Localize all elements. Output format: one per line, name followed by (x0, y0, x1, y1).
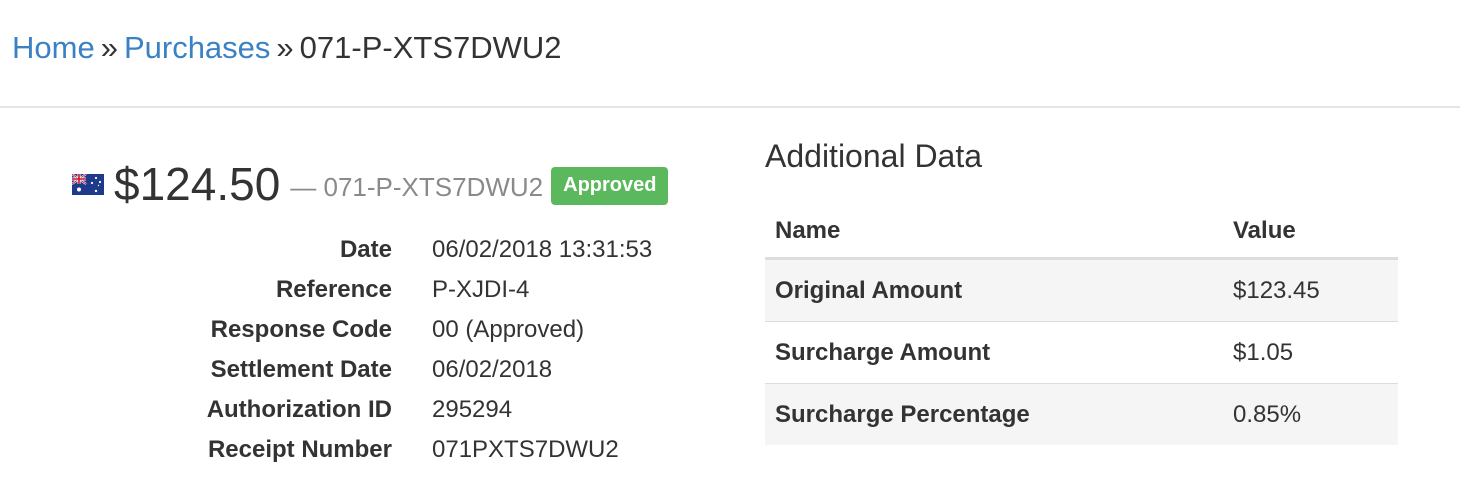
detail-row-authorization-id: Authorization ID 295294 (100, 390, 652, 430)
additional-data-table: Name Value Original Amount $123.45 Surch… (765, 205, 1398, 445)
detail-row-receipt-number: Receipt Number 071PXTS7DWU2 (100, 430, 652, 470)
detail-label: Reference (275, 276, 392, 303)
table-row: Original Amount $123.45 (765, 258, 1398, 322)
table-header-row: Name Value (765, 205, 1398, 260)
breadcrumb-home-link[interactable]: Home (12, 30, 95, 65)
row-value: 0.85% (1223, 383, 1398, 445)
detail-value: 00 (Approved) (432, 316, 585, 343)
detail-label: Response Code (210, 316, 392, 343)
column-header-value: Value (1223, 205, 1398, 260)
additional-data-heading: Additional Data (765, 138, 983, 174)
transaction-details: Date 06/02/2018 13:31:53 Reference P-XJD… (100, 230, 653, 470)
detail-value: 071PXTS7DWU2 (432, 436, 619, 463)
detail-row-settlement-date: Settlement Date 06/02/2018 (100, 350, 652, 390)
detail-label: Authorization ID (206, 396, 392, 423)
transaction-reference: — 071-P-XTS7DWU2 (290, 171, 544, 202)
row-name: Surcharge Percentage (765, 383, 1223, 445)
detail-value: P-XJDI-4 (432, 276, 530, 303)
breadcrumb-separator: » (276, 30, 294, 65)
transaction-amount: $124.50 (114, 158, 281, 210)
detail-value: 295294 (432, 396, 513, 423)
status-badge: Approved (551, 167, 669, 205)
column-header-name: Name (765, 205, 1223, 260)
table-row: Surcharge Percentage 0.85% (765, 383, 1398, 445)
table-row: Surcharge Amount $1.05 (765, 321, 1398, 384)
row-value: $1.05 (1223, 321, 1398, 384)
detail-label: Receipt Number (207, 436, 392, 463)
row-value: $123.45 (1223, 258, 1398, 322)
breadcrumb: Home» Purchases» 071-P-XTS7DWU2 (12, 28, 562, 68)
row-name: Surcharge Amount (765, 321, 1223, 384)
row-name: Original Amount (765, 258, 1223, 322)
detail-label: Date (339, 236, 392, 263)
detail-value: 06/02/2018 13:31:53 (432, 236, 653, 263)
breadcrumb-current: 071-P-XTS7DWU2 (299, 30, 562, 65)
header-divider (0, 106, 1460, 108)
detail-value: 06/02/2018 (432, 356, 553, 383)
detail-label: Settlement Date (210, 356, 392, 383)
transaction-header: $124.50 — 071-P-XTS7DWU2 Approved (71, 152, 669, 216)
australia-flag-icon (71, 172, 104, 195)
detail-row-reference: Reference P-XJDI-4 (100, 270, 652, 310)
detail-row-response-code: Response Code 00 (Approved) (100, 310, 652, 350)
breadcrumb-purchases-link[interactable]: Purchases (124, 30, 270, 65)
detail-row-date: Date 06/02/2018 13:31:53 (100, 230, 652, 270)
breadcrumb-separator: » (100, 30, 118, 65)
